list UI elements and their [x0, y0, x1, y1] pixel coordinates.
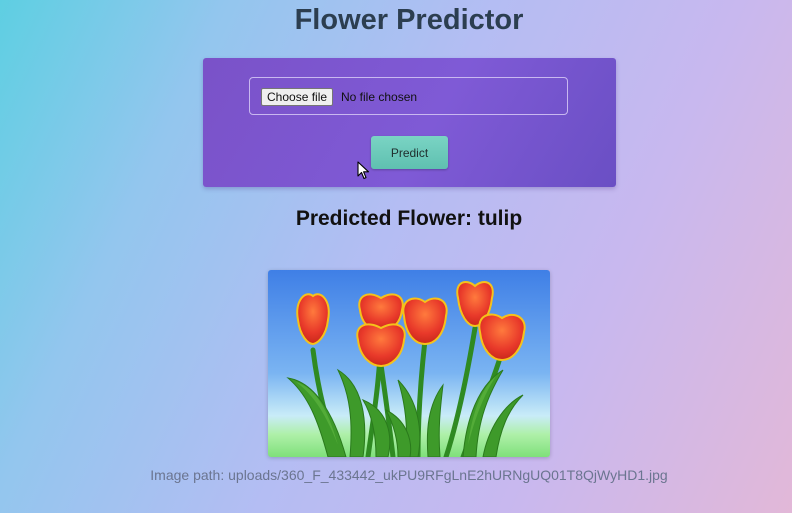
prediction-heading: Predicted Flower: tulip [295, 207, 523, 230]
choose-file-button[interactable]: Choose file [261, 88, 334, 106]
file-input[interactable]: Choose file No file chosen [249, 77, 568, 115]
image-path: Image path: uploads/360_F_433442_ukPU9RF… [0, 467, 792, 483]
page-title: Flower Predictor [294, 4, 524, 36]
upload-form: Choose file No file chosen Predict [203, 58, 616, 187]
image-path-value: uploads/360_F_433442_ukPU9RFgLnE2hURNgUQ… [228, 467, 668, 483]
file-status-text: No file chosen [341, 90, 418, 104]
predict-button[interactable]: Predict [371, 136, 448, 169]
mouse-pointer-icon [357, 161, 370, 180]
uploaded-flower-image [268, 270, 550, 457]
image-path-label: Image path: [150, 467, 225, 483]
